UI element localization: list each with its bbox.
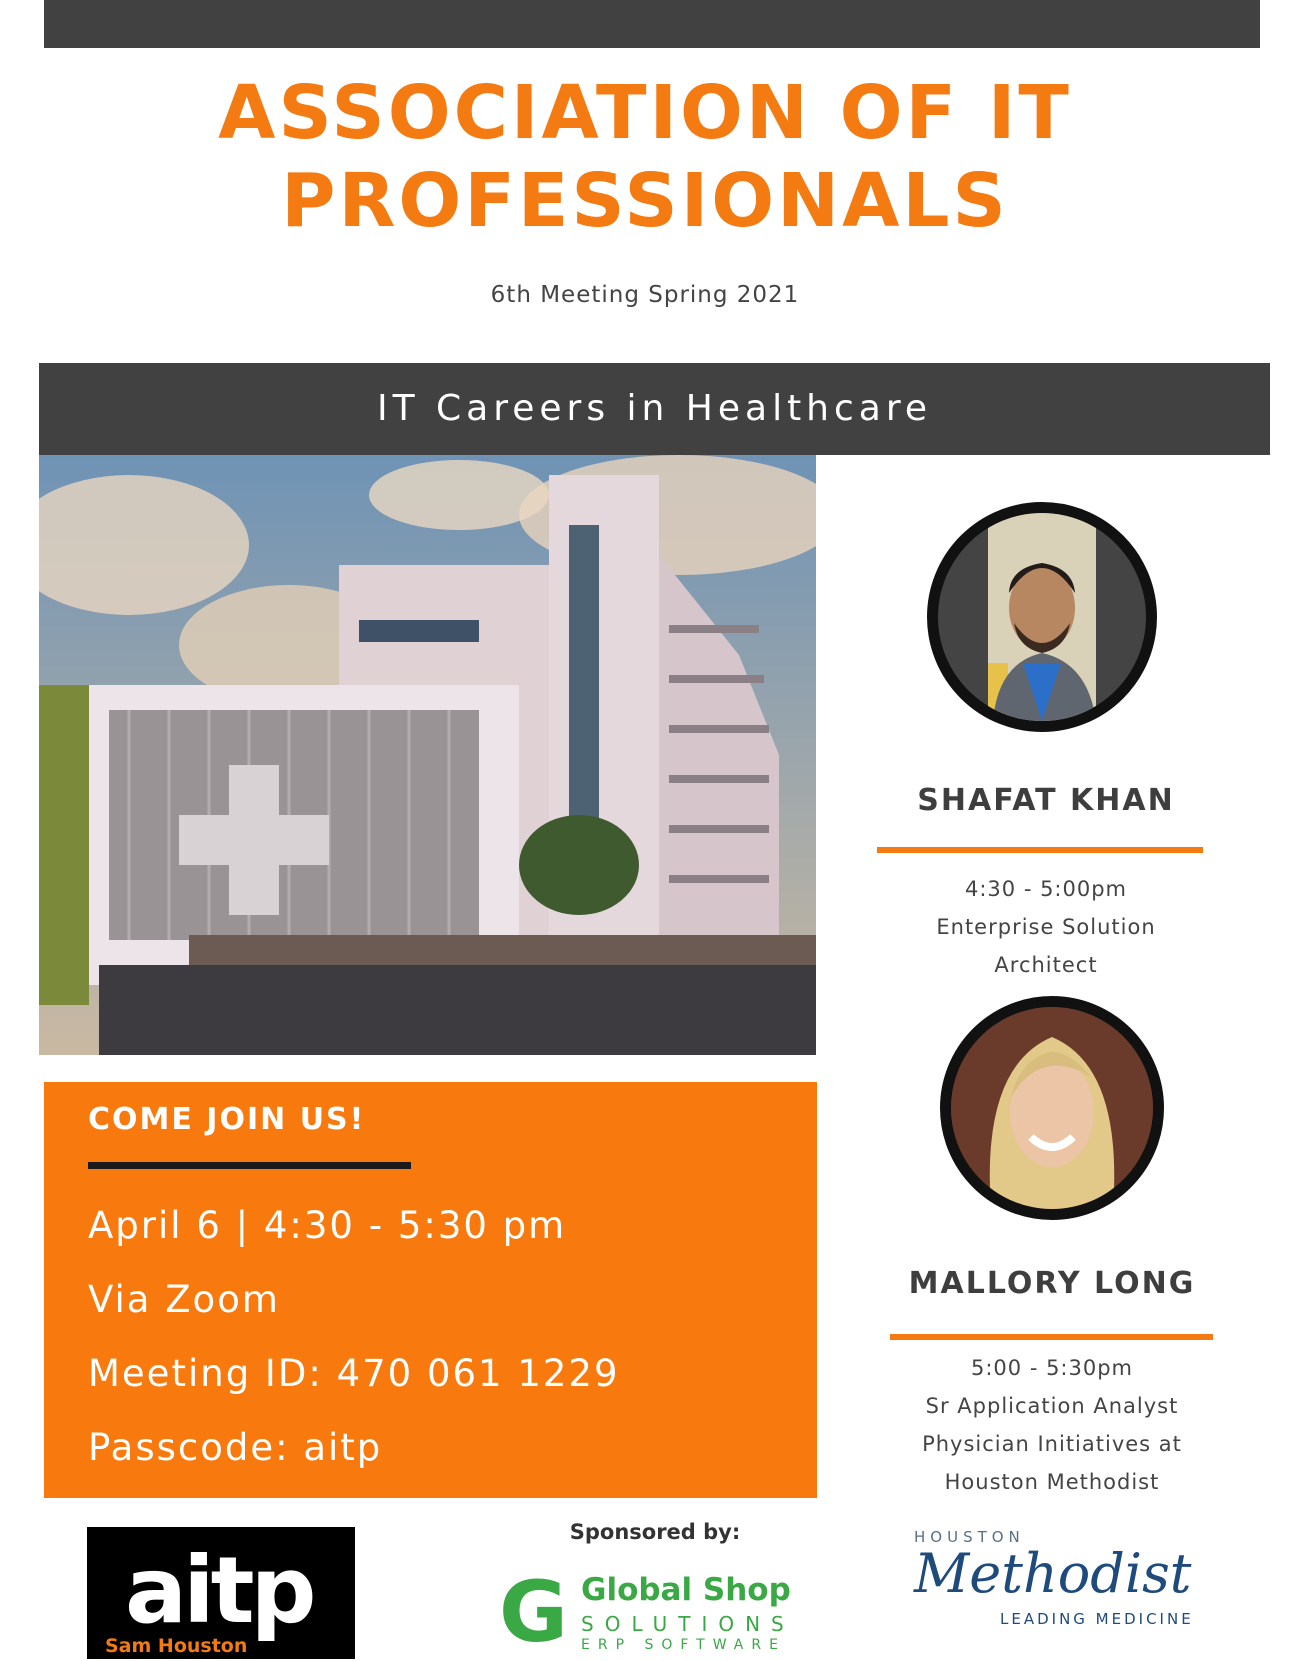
subtitle: 6th Meeting Spring 2021 — [490, 282, 800, 308]
global-shop-erp: ERP SOFTWARE — [581, 1637, 786, 1653]
sponsored-by-label: Sponsored by: — [569, 1520, 741, 1544]
title-line-1: ASSOCIATION OF IT — [218, 70, 1072, 156]
methodist-logo: HOUSTON Methodist LEADING MEDICINE — [914, 1528, 1234, 1628]
topic-band: IT Careers in Healthcare — [39, 363, 1270, 455]
speaker-2-divider — [890, 1334, 1213, 1340]
speaker-2-title-line: Sr Application Analyst — [925, 1394, 1179, 1418]
aitp-logo: aitp Sam Houston — [87, 1527, 355, 1659]
join-panel: COME JOIN US! April 6 | 4:30 - 5:30 pm V… — [44, 1082, 817, 1498]
global-shop-solutions: SOLUTIONS — [581, 1612, 795, 1636]
speaker-1-details: 4:30 - 5:00pm Enterprise Solution Archit… — [836, 870, 1256, 984]
top-bar — [44, 0, 1260, 48]
methodist-logo-tagline: LEADING MEDICINE — [1000, 1610, 1194, 1628]
meeting-id: Meeting ID: 470 061 1229 — [88, 1352, 620, 1395]
speaker-2-time: 5:00 - 5:30pm — [970, 1356, 1134, 1380]
global-shop-logo: G Global Shop SOLUTIONS ERP SOFTWARE — [499, 1570, 809, 1655]
join-underline — [88, 1162, 411, 1169]
speaker-1-name: SHAFAT KHAN — [917, 783, 1175, 818]
speaker-2-title-line: Physician Initiatives at — [922, 1432, 1182, 1456]
speaker-1-divider — [877, 847, 1203, 853]
aitp-logo-text: aitp — [125, 1537, 316, 1644]
speaker-1-title-line: Enterprise Solution — [936, 915, 1156, 939]
event-via: Via Zoom — [88, 1278, 280, 1321]
speaker-2-name: MALLORY LONG — [908, 1266, 1196, 1301]
global-shop-g-icon: G — [499, 1563, 568, 1661]
speaker-2-title-line: Houston Methodist — [944, 1470, 1160, 1494]
join-heading: COME JOIN US! — [88, 1102, 366, 1137]
event-date-time: April 6 | 4:30 - 5:30 pm — [88, 1204, 567, 1247]
speaker-1-time: 4:30 - 5:00pm — [964, 877, 1128, 901]
methodist-logo-main: Methodist — [914, 1542, 1192, 1605]
hospital-photo — [39, 455, 816, 1055]
speaker-1-title-line: Architect — [994, 953, 1098, 977]
speaker-2-avatar — [940, 996, 1164, 1220]
global-shop-name: Global Shop — [581, 1572, 791, 1608]
title-line-2: PROFESSIONALS — [281, 158, 1009, 244]
speaker-2-details: 5:00 - 5:30pm Sr Application Analyst Phy… — [842, 1349, 1262, 1501]
speaker-1-avatar — [927, 502, 1157, 732]
passcode: Passcode: aitp — [88, 1426, 383, 1469]
aitp-logo-subtext: Sam Houston — [105, 1635, 248, 1657]
